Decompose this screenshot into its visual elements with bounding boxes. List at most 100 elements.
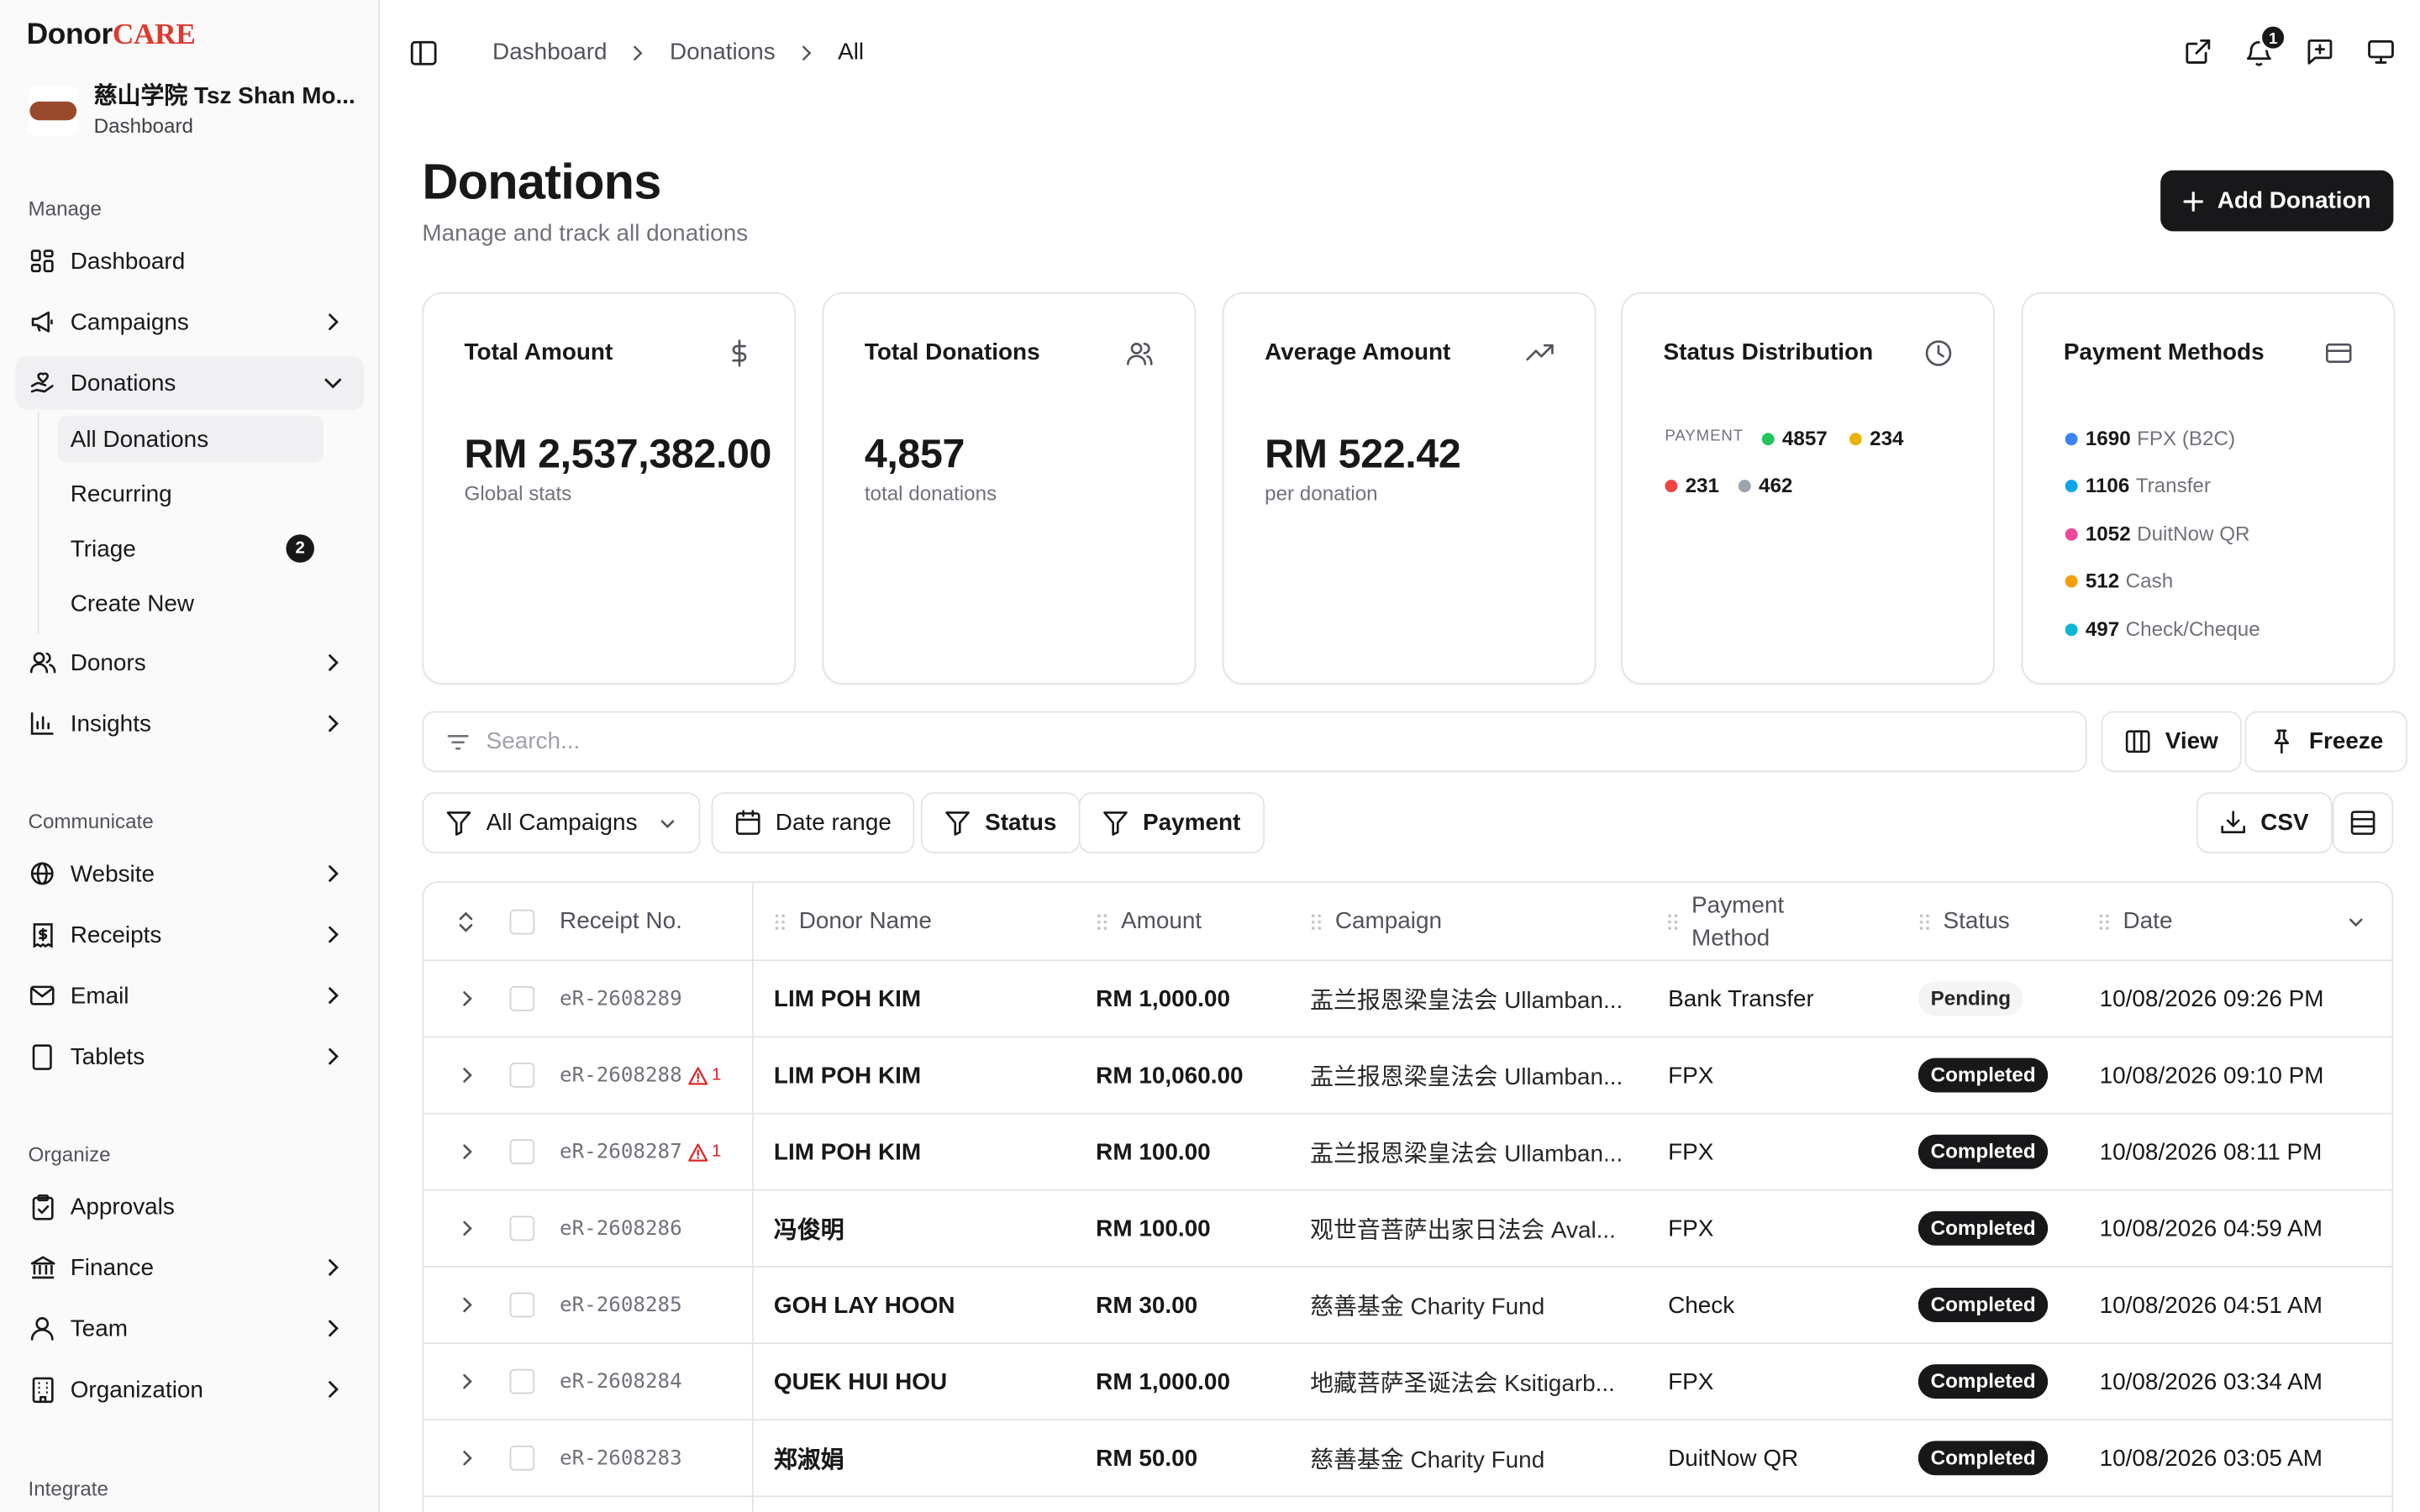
subnav-triage[interactable]: Triage 2 (58, 525, 324, 572)
donor-name[interactable]: LIM POH KIM (774, 1115, 1086, 1189)
row-checkbox[interactable] (509, 1063, 535, 1088)
add-donation-button[interactable]: Add Donation (2160, 170, 2394, 232)
column-header-amount[interactable]: Amount (1096, 883, 1202, 959)
sidebar-item-organization[interactable]: Organization (16, 1362, 365, 1415)
column-header-donor[interactable]: Donor Name (774, 883, 932, 959)
sort-direction-toggle[interactable] (2347, 883, 2365, 959)
view-button[interactable]: View (2101, 711, 2242, 773)
table-row[interactable]: eR-2608288 1 LIM POH KIM RM 10,060.00 盂兰报恩梁皇… (424, 1036, 2392, 1112)
subnav-recurring[interactable]: Recurring (58, 470, 324, 517)
table-row[interactable]: eR-2608283 郑淑娟 RM 50.00 慈善基金 Charity Fund Du… (424, 1419, 2392, 1495)
drag-handle-icon[interactable] (2098, 911, 2111, 932)
warning-indicator[interactable]: 1 (688, 1142, 721, 1162)
receipt-number[interactable]: eR-2608287 (560, 1140, 682, 1163)
status-filter-button[interactable]: Status (920, 792, 1081, 853)
campaign-filter-dropdown[interactable]: All Campaigns (422, 792, 700, 853)
subnav-create-new[interactable]: Create New (58, 580, 324, 627)
trending-up-icon (1526, 344, 1554, 361)
sidebar-item-tablets[interactable]: Tablets (16, 1030, 365, 1083)
receipt-number[interactable]: eR-2608289 (560, 987, 682, 1011)
drag-handle-icon[interactable] (1918, 911, 1931, 932)
column-header-receipt[interactable]: Receipt No. (560, 883, 682, 959)
payment-filter-button[interactable]: Payment (1078, 792, 1265, 853)
donor-name[interactable]: LIM POH KIM (774, 961, 1086, 1036)
row-checkbox[interactable] (509, 1445, 535, 1471)
donor-name[interactable]: GOH LAY HOON (774, 1268, 1086, 1342)
warning-indicator[interactable]: 1 (688, 1065, 721, 1085)
sidebar-item-campaigns[interactable]: Campaigns (16, 296, 365, 349)
drag-handle-icon[interactable] (1666, 911, 1679, 932)
density-toggle-button[interactable] (2332, 792, 2394, 853)
sidebar-item-receipts[interactable]: Receipts (16, 908, 365, 961)
notifications-button[interactable]: 1 (2245, 23, 2287, 69)
row-expand-button[interactable] (458, 1420, 476, 1495)
row-checkbox[interactable] (509, 1139, 535, 1165)
receipt-number[interactable]: eR-2608284 (560, 1370, 682, 1394)
receipt-number[interactable]: eR-2608286 (560, 1216, 682, 1240)
sidebar-item-dashboard[interactable]: Dashboard (16, 234, 365, 287)
row-checkbox[interactable] (509, 1215, 535, 1242)
receipt-number[interactable]: eR-2608285 (560, 1294, 682, 1317)
table-row[interactable]: eR-2608282 冯春发 RM 100.00 药师佛圣诞礼 药师宝忏法会 Cash C… (424, 1495, 2392, 1512)
column-header-payment-method[interactable]: Payment Method (1666, 883, 1784, 959)
chevron-right-icon (329, 1047, 339, 1065)
external-link-button[interactable] (2184, 38, 2212, 69)
card-value: 4,857 (864, 429, 965, 477)
table-row[interactable]: eR-2608289 LIM POH KIM RM 1,000.00 盂兰报恩梁皇法会… (424, 959, 2392, 1036)
row-expand-button[interactable] (458, 1191, 476, 1266)
donor-name[interactable]: 冯春发 (774, 1497, 1086, 1512)
sidebar-item-team[interactable]: Team (16, 1302, 365, 1355)
row-checkbox[interactable] (509, 1368, 535, 1394)
drag-handle-icon[interactable] (774, 911, 786, 932)
row-expand-button[interactable] (458, 1037, 476, 1112)
sidebar-item-finance[interactable]: Finance (16, 1241, 365, 1294)
table-row[interactable]: eR-2608286 冯俊明 RM 100.00 观世音菩萨出家日法会 Aval...… (424, 1189, 2392, 1266)
breadcrumb-donations[interactable]: Donations (670, 39, 776, 66)
brand-logo[interactable]: DonorCARE (27, 18, 196, 53)
search-input[interactable]: Search... (422, 711, 2087, 773)
row-checkbox[interactable] (509, 1292, 535, 1318)
csv-export-button[interactable]: CSV (2196, 792, 2333, 853)
sidebar-item-donations[interactable]: Donations (15, 356, 365, 410)
column-header-date[interactable]: Date (2098, 883, 2172, 959)
sidebar-item-approvals[interactable]: Approvals (16, 1180, 365, 1233)
add-donation-label: Add Donation (2217, 187, 2371, 214)
sidebar-item-website[interactable]: Website (16, 847, 365, 900)
sidebar-toggle-icon[interactable] (409, 39, 437, 67)
sidebar-item-insights[interactable]: Insights (16, 697, 365, 750)
table-row[interactable]: eR-2608287 1 LIM POH KIM RM 100.00 盂兰报恩梁皇法会 … (424, 1112, 2392, 1189)
row-expand-button[interactable] (458, 1268, 476, 1342)
table-row[interactable]: eR-2608284 QUEK HUI HOU RM 1,000.00 地藏菩萨圣诞法… (424, 1342, 2392, 1419)
donor-name[interactable]: LIM POH KIM (774, 1037, 1086, 1112)
breadcrumb-dashboard[interactable]: Dashboard (492, 39, 608, 66)
feedback-button[interactable] (2306, 38, 2333, 69)
row-expand-button[interactable] (458, 1115, 476, 1189)
receipt-number[interactable]: eR-2608283 (560, 1446, 682, 1470)
status-cell: Completed (1918, 1115, 2049, 1189)
receipt-number[interactable]: eR-2608288 (560, 1063, 682, 1087)
donor-name[interactable]: 冯俊明 (774, 1191, 1086, 1266)
drag-handle-icon[interactable] (1096, 911, 1108, 932)
column-header-status[interactable]: Status (1918, 883, 2010, 959)
sidebar-item-label: Website (70, 860, 155, 887)
freeze-button[interactable]: Freeze (2244, 711, 2407, 773)
checkbox[interactable] (509, 908, 535, 934)
org-switcher[interactable]: 慈山学院 Tsz Shan Mo... Dashboard (28, 81, 355, 141)
row-expand-button[interactable] (458, 1344, 476, 1419)
sidebar-item-donors[interactable]: Donors (16, 636, 365, 689)
display-mode-button[interactable] (2367, 38, 2395, 69)
table-row[interactable]: eR-2608285 GOH LAY HOON RM 30.00 慈善基金 Chari… (424, 1265, 2392, 1342)
row-checkbox[interactable] (509, 985, 535, 1011)
row-expand-button[interactable] (458, 961, 476, 1036)
drag-handle-icon[interactable] (1310, 911, 1323, 932)
donor-name[interactable]: QUEK HUI HOU (774, 1344, 1086, 1419)
date-range-button[interactable]: Date range (711, 792, 915, 853)
column-header-campaign[interactable]: Campaign (1310, 883, 1442, 959)
sidebar-item-email[interactable]: Email (16, 969, 365, 1021)
subnav-all-donations[interactable]: All Donations (57, 415, 324, 463)
row-expand-button[interactable] (458, 1497, 476, 1512)
select-all-checkbox[interactable] (509, 883, 535, 959)
expand-all-toggle[interactable] (455, 883, 480, 959)
donor-name[interactable]: 郑淑娟 (774, 1420, 1086, 1495)
status-cell: Completed (1918, 1191, 2049, 1266)
